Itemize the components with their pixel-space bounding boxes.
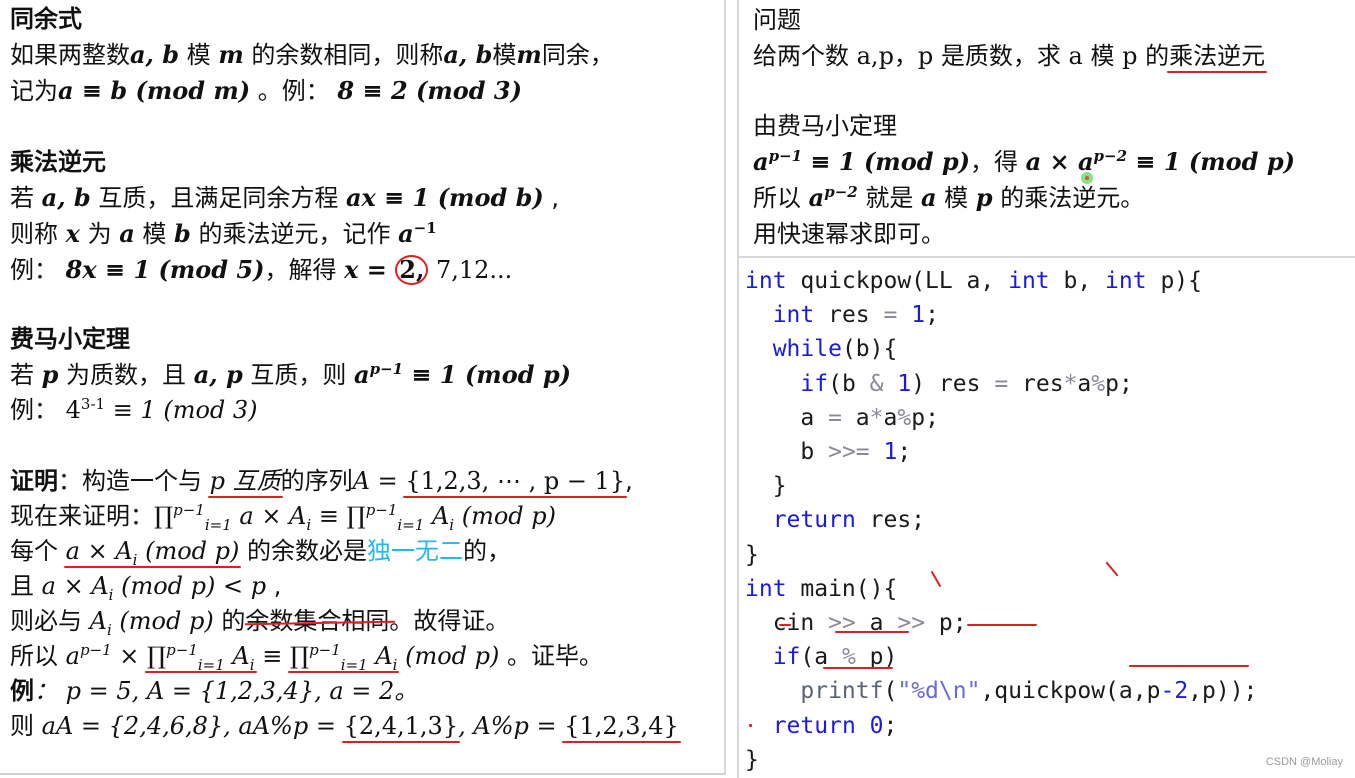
fermat-section: 费马小定理 若 p 为质数，且 a, p 互质，则 ap−1 ≡ 1 (mod … [10,322,571,428]
cursor-pointer-icon [1081,172,1093,184]
left-notes-panel: 同余式 如果两整数a, b 模 m 的余数相同，则称a, b模m同余， 记为a … [0,0,726,775]
solution-title: 由费马小定理 [753,112,897,140]
code-line: } [745,746,759,773]
problem-section: 问题 给两个数 a,p，p 是质数，求 a 模 p 的乘法逆元 [753,2,1265,74]
code-line: b >>= 1; [800,439,912,466]
congruence-line1: 如果两整数a, b 模 m 的余数相同，则称a, b模m同余， [10,40,614,69]
code-line: int main(){ [745,575,898,602]
code-editor: int quickpow(LL a, int b, int p){ int re… [739,258,1355,778]
csdn-watermark: CSDN @Moliay [1265,756,1343,768]
annotation-strike [779,624,791,626]
code-line: if(b & 1) res = res*a%p; [800,370,1133,397]
annotation-underline [823,667,893,669]
solution-line1: ap−1 ≡ 1 (mod p)，得 a × ap−2 ≡ 1 (mod p) [753,147,1295,176]
code-line: a = a*a%p; [800,404,939,431]
congruence-title: 同余式 [10,5,82,33]
code-line: } [772,473,787,500]
proof-line6: 所以 ap−1 × ∏p−1i=1 Ai ≡ ∏p−1i=1 Ai (mod p… [10,641,604,674]
code-line: if(a % p) [772,644,898,671]
code-listing: int quickpow(LL a, int b, int p){ int re… [745,264,1257,777]
annotation-underline [835,631,909,633]
proof-line5: 则必与 Ai (mod p) 的余数集合相同。故得证。 [10,607,510,639]
congruence-line2: 记为a ≡ b (mod m) 。例： 8 ≡ 2 (mod 3) [10,76,522,105]
proof-line1: 证明：构造一个与 p 互质的序列A = {1,2,3, ⋯ , p − 1}, [10,467,633,495]
code-line: int res = 1; [772,302,939,329]
annotation-line [1129,665,1249,667]
solution-line3: 用快速幂求即可。 [753,220,945,248]
unique-highlight: 独一无二 [367,537,464,565]
congruence-section: 同余式 如果两整数a, b 模 m 的余数相同，则称a, b模m同余， 记为a … [10,2,614,109]
fermat-line2: 例： 43-1 ≡ 1 (mod 3) [10,395,258,424]
congruence-example: 8 ≡ 2 (mod 3) [337,76,522,105]
problem-line1: 给两个数 a,p，p 是质数，求 a 模 p 的乘法逆元 [753,42,1266,70]
code-line: } [745,541,759,568]
solution-line2: 所以 ap−2 就是 a 模 p 的乘法逆元。 [753,183,1145,212]
proof-section: 证明：构造一个与 p 互质的序列A = {1,2,3, ⋯ , p − 1}, … [10,464,679,744]
problem-title: 问题 [753,6,801,34]
proof-example-line2: 则 aA = {2,4,6,8}, aA%p = {2,4,1,3}, A%p … [10,712,679,740]
proof-line3: 每个 a × Ai (mod p) 的余数必是独一无二的， [10,537,512,569]
code-line: while(b){ [772,336,898,363]
fermat-title: 费马小定理 [10,325,130,353]
annotation-dot [749,724,752,727]
annotation-strike [967,624,1037,626]
code-line: return res; [772,507,926,534]
proof-line4: 且 a × Ai (mod p) < p , [10,572,282,604]
proof-line2: 现在来证明：∏p−1i=1 a × Ai ≡ ∏p−1i=1 Ai (mod p… [10,501,557,534]
fermat-line1: 若 p 为质数，且 a, p 互质，则 ap−1 ≡ 1 (mod p) [10,360,571,389]
inverse-line1: 若 a, b 互质，且满足同余方程 ax ≡ 1 (mod b) , [10,183,559,212]
code-line: printf("%d\n",quickpow(a,p-2,p)); [800,678,1258,705]
code-line: return 0; [772,712,898,739]
inverse-line3: 例： 8x ≡ 1 (mod 5)，解得 x = 2, 7,12... [10,255,513,285]
congruence-formula: a ≡ b (mod m) [58,76,251,105]
solution-section: 由费马小定理 ap−1 ≡ 1 (mod p)，得 a × ap−2 ≡ 1 (… [753,108,1295,252]
code-line: int quickpow(LL a, int b, int p){ [745,268,1202,294]
problem-text-box: 问题 给两个数 a,p，p 是质数，求 a 模 p 的乘法逆元 由费马小定理 a… [739,0,1355,258]
inverse-line2: 则称 x 为 a 模 b 的乘法逆元，记作 a−1 [10,219,437,248]
circled-solution: 2, [395,255,429,285]
inverse-section: 乘法逆元 若 a, b 互质，且满足同余方程 ax ≡ 1 (mod b) , … [10,145,559,288]
proof-example-line1: 例： p = 5, A = {1,2,3,4}, a = 2。 [10,677,419,705]
right-panel: 问题 给两个数 a,p，p 是质数，求 a 模 p 的乘法逆元 由费马小定理 a… [737,0,1355,778]
struck-phrase: 余数集合相同 [245,607,390,635]
inverse-title: 乘法逆元 [10,148,106,176]
